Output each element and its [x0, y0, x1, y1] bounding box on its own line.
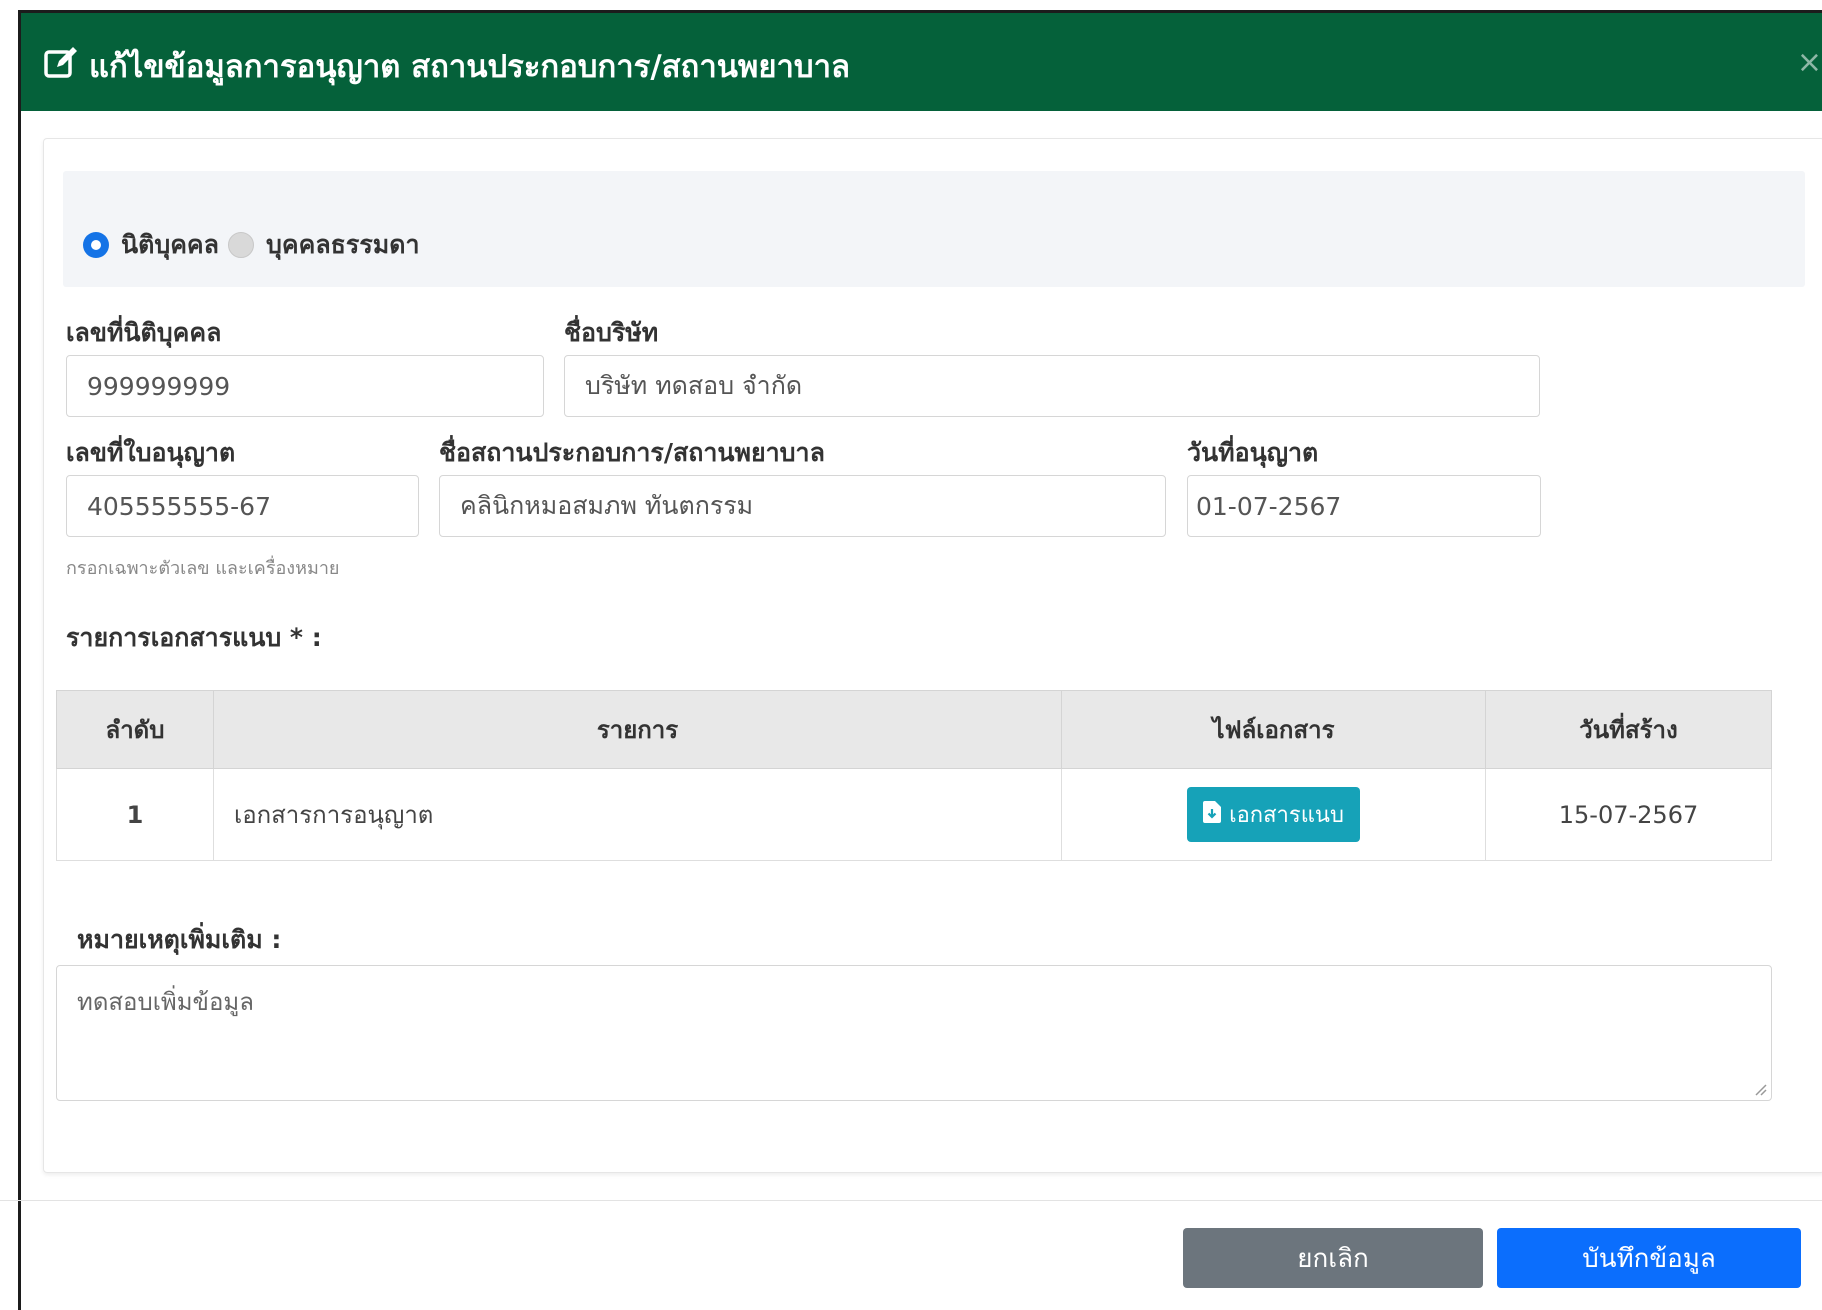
col-header-file: ไฟล์เอกสาร	[1061, 690, 1486, 769]
close-icon[interactable]: ×	[1797, 45, 1822, 80]
remarks-label: หมายเหตุเพิ่มเติม :	[77, 925, 282, 954]
license-no-input[interactable]: 405555555-67	[66, 475, 419, 537]
row-no: 1	[56, 768, 214, 861]
table-header-row: ลำดับ รายการ ไฟล์เอกสาร วันที่สร้าง	[56, 690, 1772, 769]
license-date-label: วันที่อนุญาต	[1187, 438, 1319, 467]
facility-name-label: ชื่อสถานประกอบการ/สถานพยาบาล	[439, 438, 825, 467]
attachment-button-label: เอกสารแนบ	[1229, 803, 1344, 828]
modal-title: แก้ไขข้อมูลการอนุญาต สถานประกอบการ/สถานพ…	[43, 41, 850, 91]
col-header-item: รายการ	[213, 690, 1062, 769]
row-created-date: 15-07-2567	[1485, 768, 1772, 861]
documents-table: ลำดับ รายการ ไฟล์เอกสาร วันที่สร้าง 1 เอ…	[56, 690, 1772, 861]
radio-natural-person[interactable]: บุคคลธรรมดา	[228, 225, 420, 265]
resize-handle-icon[interactable]	[1753, 1082, 1767, 1096]
attachment-button[interactable]: เอกสารแนบ	[1187, 787, 1360, 842]
footer-divider	[0, 1200, 1822, 1201]
col-header-no: ลำดับ	[56, 690, 214, 769]
radio-checked-icon[interactable]	[83, 232, 109, 258]
facility-name-input[interactable]: คลินิกหมอสมภพ ทันตกรรม	[439, 475, 1166, 537]
table-row: 1 เอกสารการอนุญาต เอกสารแนบ 15-07-2567	[56, 768, 1772, 861]
row-file-cell: เอกสารแนบ	[1061, 768, 1486, 861]
modal-header: แก้ไขข้อมูลการอนุญาต สถานประกอบการ/สถานพ…	[21, 13, 1822, 111]
radio-unchecked-icon[interactable]	[228, 232, 254, 258]
col-header-created: วันที่สร้าง	[1485, 690, 1772, 769]
edit-license-modal: แก้ไขข้อมูลการอนุญาต สถานประกอบการ/สถานพ…	[18, 10, 1822, 1310]
remarks-textarea[interactable]: ทดสอบเพิ่มข้อมูล	[56, 965, 1772, 1101]
modal-title-text: แก้ไขข้อมูลการอนุญาต สถานประกอบการ/สถานพ…	[89, 49, 851, 85]
row-item: เอกสารการอนุญาต	[213, 768, 1062, 861]
remarks-text: ทดสอบเพิ่มข้อมูล	[77, 988, 254, 1016]
license-no-hint: กรอกเฉพาะตัวเลข และเครื่องหมาย	[66, 558, 340, 579]
cancel-button[interactable]: ยกเลิก	[1183, 1228, 1483, 1288]
edit-icon	[43, 44, 79, 88]
license-no-label: เลขที่ใบอนุญาต	[66, 438, 236, 467]
radio-juristic-label: นิติบุคคล	[121, 230, 219, 259]
person-type-selector: นิติบุคคล บุคคลธรรมดา	[63, 171, 1805, 287]
save-button[interactable]: บันทึกข้อมูล	[1497, 1228, 1801, 1288]
file-download-icon	[1203, 800, 1222, 829]
juristic-id-input[interactable]: 999999999	[66, 355, 544, 417]
juristic-id-label: เลขที่นิติบุคคล	[66, 318, 222, 347]
company-name-input[interactable]: บริษัท ทดสอบ จำกัด	[564, 355, 1540, 417]
radio-juristic-person[interactable]: นิติบุคคล	[83, 225, 219, 265]
license-date-input[interactable]: 01-07-2567	[1187, 475, 1541, 537]
radio-natural-label: บุคคลธรรมดา	[266, 230, 420, 259]
company-name-label: ชื่อบริษัท	[564, 318, 659, 347]
documents-section-label: รายการเอกสารแนบ * :	[66, 623, 322, 652]
